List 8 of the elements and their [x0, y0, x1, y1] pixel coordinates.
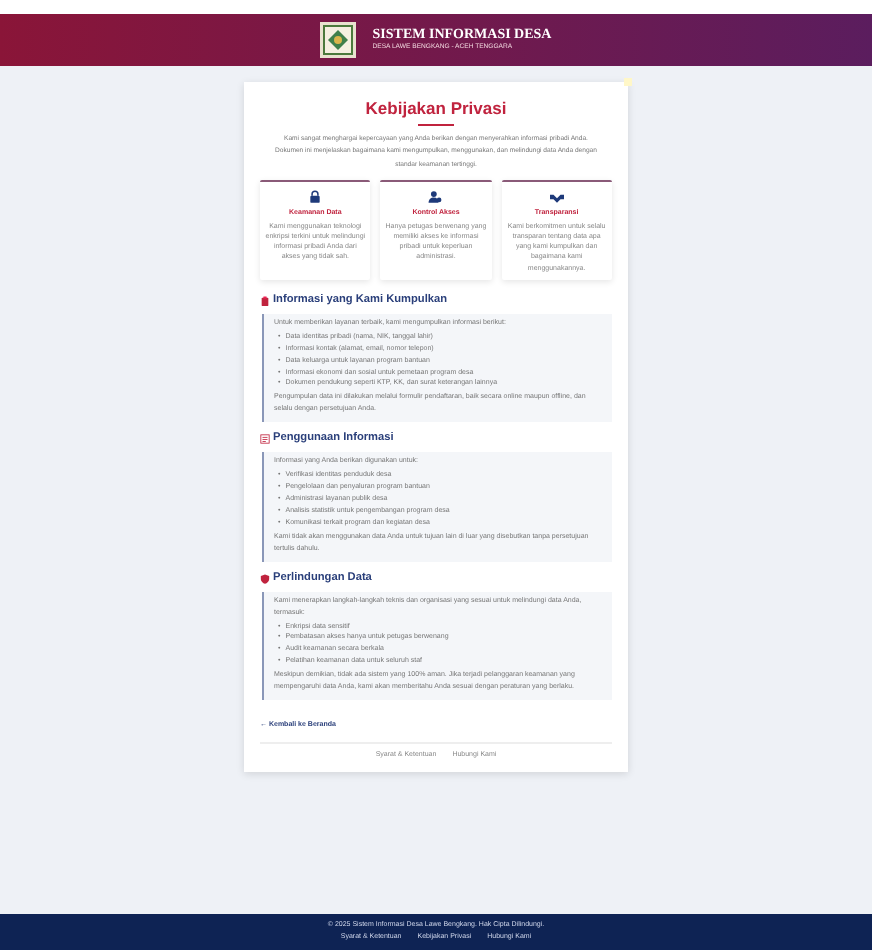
page-title: Kebijakan Privasi — [363, 98, 509, 121]
shield-icon — [260, 573, 270, 584]
village-emblem-icon — [320, 22, 357, 58]
list-icon — [260, 434, 270, 445]
title-underline — [418, 124, 454, 127]
lock-icon — [308, 189, 323, 204]
user-gear-icon — [428, 189, 443, 204]
clipboard-icon — [260, 295, 270, 306]
